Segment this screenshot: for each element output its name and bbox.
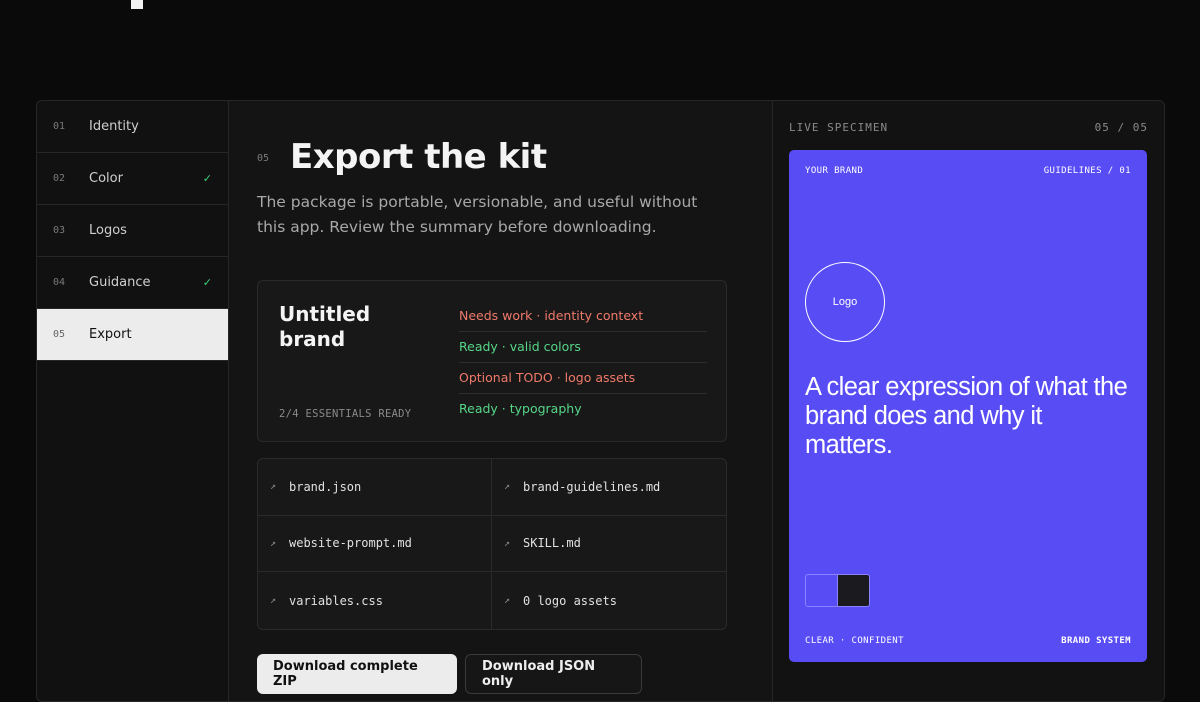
step-number: 05 bbox=[53, 329, 66, 340]
color-swatch-primary bbox=[805, 574, 838, 607]
app-frame: 01 Identity 02 Color ✓ 03 Logos 04 Guida… bbox=[36, 100, 1165, 702]
arrow-up-right-icon: ↗ bbox=[504, 537, 511, 549]
export-panel: 05 Export the kit The package is portabl… bbox=[229, 101, 773, 701]
checklist-item: Optional TODO · logo assets bbox=[459, 363, 707, 394]
step-number: 04 bbox=[53, 277, 66, 288]
arrow-up-right-icon: ↗ bbox=[270, 537, 277, 549]
arrow-up-right-icon: ↗ bbox=[504, 481, 511, 493]
live-specimen-panel: LIVE SPECIMEN 05 / 05 YOUR BRAND GUIDELI… bbox=[773, 101, 1164, 701]
card-guidelines-label: GUIDELINES / 01 bbox=[1043, 166, 1131, 176]
logo-placeholder-text: Logo bbox=[832, 296, 858, 308]
step-identity[interactable]: 01 Identity bbox=[37, 101, 228, 153]
step-label: Export bbox=[89, 327, 132, 342]
step-color[interactable]: 02 Color ✓ bbox=[37, 153, 228, 205]
specimen-card: YOUR BRAND GUIDELINES / 01 Logo A clear … bbox=[789, 150, 1147, 662]
file-name: brand.json bbox=[289, 479, 362, 494]
file-item[interactable]: ↗ brand.json bbox=[258, 459, 492, 516]
arrow-up-right-icon: ↗ bbox=[270, 481, 277, 493]
step-export[interactable]: 05 Export bbox=[37, 309, 228, 361]
check-icon: ✓ bbox=[202, 276, 212, 289]
check-icon: ✓ bbox=[202, 172, 212, 185]
logo-placeholder: Logo bbox=[805, 262, 885, 342]
section-number: 05 bbox=[257, 153, 270, 164]
step-label: Guidance bbox=[89, 275, 151, 290]
preview-step-count: 05 / 05 bbox=[1094, 121, 1148, 134]
step-number: 01 bbox=[53, 121, 66, 132]
card-footer-system: BRAND SYSTEM bbox=[1061, 636, 1131, 646]
step-label: Identity bbox=[89, 119, 139, 134]
brand-summary-card: Untitled brand 2/4 ESSENTIALS READY Need… bbox=[257, 280, 727, 442]
download-json-button[interactable]: Download JSON only bbox=[465, 654, 642, 694]
brand-name: Untitled brand bbox=[279, 302, 371, 351]
file-item[interactable]: ↗ 0 logo assets bbox=[492, 572, 726, 629]
step-label: Logos bbox=[89, 223, 127, 238]
arrow-up-right-icon: ↗ bbox=[270, 595, 277, 607]
export-file-list: ↗ brand.json ↗ brand-guidelines.md ↗ web… bbox=[257, 458, 727, 630]
brand-tagline: A clear expression of what the brand doe… bbox=[805, 373, 1128, 459]
file-item[interactable]: ↗ variables.css bbox=[258, 572, 492, 629]
file-name: variables.css bbox=[289, 593, 383, 608]
checklist-item: Ready · typography bbox=[459, 401, 582, 416]
arrow-up-right-icon: ↗ bbox=[504, 595, 511, 607]
essentials-status: 2/4 ESSENTIALS READY bbox=[279, 408, 412, 420]
readiness-checklist: Needs work · identity context Ready · va… bbox=[459, 301, 707, 424]
step-guidance[interactable]: 04 Guidance ✓ bbox=[37, 257, 228, 309]
card-brand-label: YOUR BRAND bbox=[805, 166, 864, 176]
step-logos[interactable]: 03 Logos bbox=[37, 205, 228, 257]
page-title: Export the kit bbox=[290, 137, 547, 177]
download-zip-button[interactable]: Download complete ZIP bbox=[257, 654, 457, 694]
top-cursor-mark bbox=[131, 0, 143, 9]
file-name: SKILL.md bbox=[523, 536, 581, 551]
file-item[interactable]: ↗ website-prompt.md bbox=[258, 515, 492, 573]
file-item[interactable]: ↗ SKILL.md bbox=[492, 516, 726, 573]
file-name: brand-guidelines.md bbox=[523, 479, 661, 494]
checklist-item: Ready · valid colors bbox=[459, 332, 707, 363]
step-label: Color bbox=[89, 171, 123, 186]
file-name: website-prompt.md bbox=[289, 536, 412, 551]
card-footer-tone: CLEAR · CONFIDENT bbox=[805, 636, 904, 646]
color-swatch-secondary bbox=[838, 574, 870, 607]
step-sidebar: 01 Identity 02 Color ✓ 03 Logos 04 Guida… bbox=[37, 101, 229, 701]
checklist-item: Needs work · identity context bbox=[459, 301, 707, 332]
file-name: 0 logo assets bbox=[523, 593, 617, 608]
color-swatches bbox=[805, 574, 870, 607]
page-subtitle: The package is portable, versionable, an… bbox=[257, 193, 698, 236]
file-item[interactable]: ↗ brand-guidelines.md bbox=[492, 459, 726, 516]
step-number: 02 bbox=[53, 173, 66, 184]
preview-label: LIVE SPECIMEN bbox=[789, 121, 889, 134]
step-number: 03 bbox=[53, 225, 66, 236]
